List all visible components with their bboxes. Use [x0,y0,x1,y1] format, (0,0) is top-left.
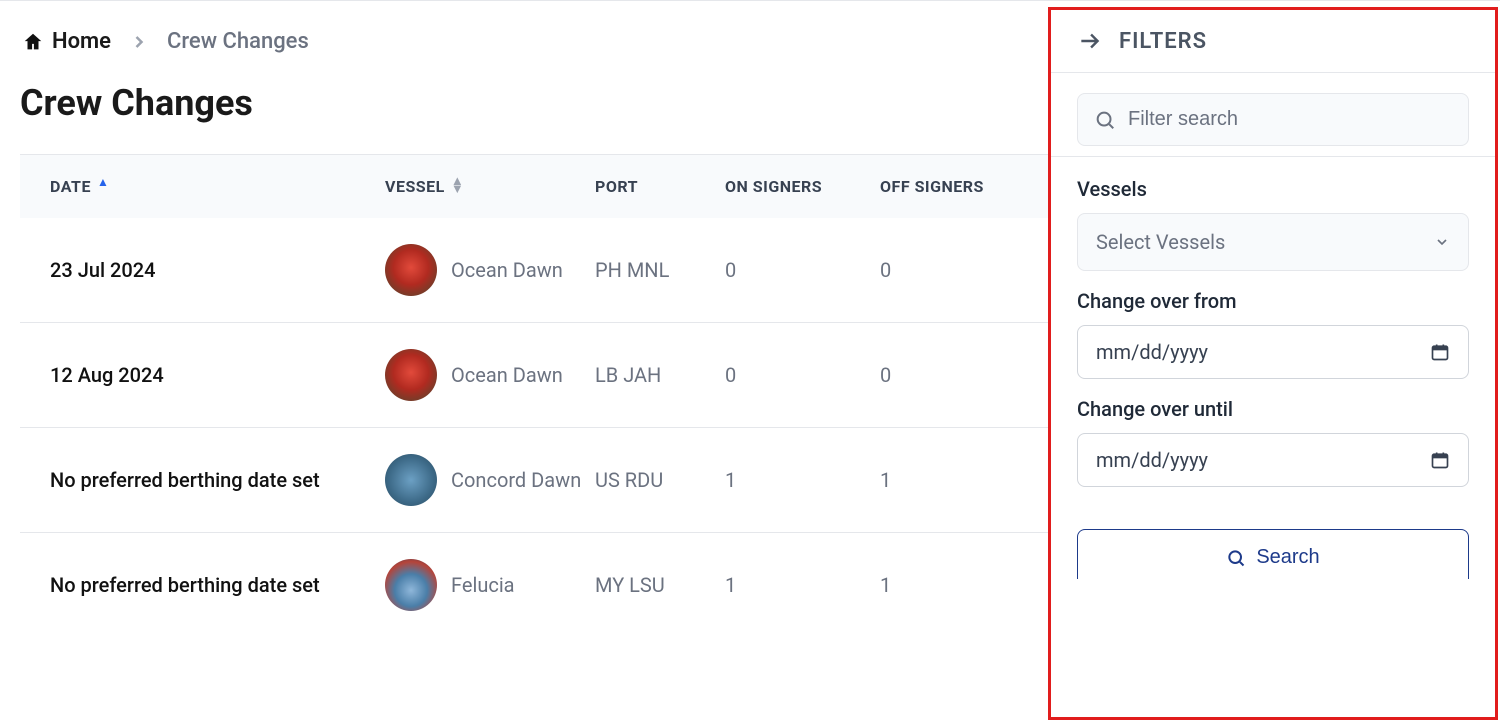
cell-off-signers: 0 [880,258,1048,282]
cell-on-signers: 0 [725,258,880,282]
search-icon [1094,109,1116,131]
cell-off-signers: 1 [880,573,1048,597]
breadcrumb: Home Crew Changes [20,29,1048,54]
search-button-label: Search [1256,546,1319,569]
table-row[interactable]: 12 Aug 2024 Ocean Dawn LB JAH 0 0 [20,323,1048,428]
vessels-label: Vessels [1077,177,1469,201]
breadcrumb-home[interactable]: Home [22,29,111,54]
vessel-name: Ocean Dawn [451,362,563,388]
filters-search-section [1051,73,1495,157]
col-header-off-label: OFF SIGNERS [880,177,984,196]
cell-on-signers: 0 [725,363,880,387]
filters-panel: FILTERS Vessels Select Vessels Change ov… [1048,7,1498,720]
date-placeholder: mm/dd/yyyy [1096,448,1208,472]
filters-form: Vessels Select Vessels Change over from … [1051,157,1495,505]
change-until-label: Change over until [1077,397,1469,421]
filters-title: FILTERS [1119,29,1207,54]
chevron-down-icon [1434,234,1450,250]
cell-date: No preferred berthing date set [20,468,385,492]
vessel-avatar [385,349,437,401]
col-header-on-signers[interactable]: ON SIGNERS [725,177,880,196]
date-placeholder: mm/dd/yyyy [1096,340,1208,364]
cell-on-signers: 1 [725,468,880,492]
cell-port: US RDU [595,467,725,494]
vessel-name: Concord Dawn [451,467,581,493]
vessel-name: Felucia [451,572,515,598]
vessels-select[interactable]: Select Vessels [1077,213,1469,271]
table-row[interactable]: No preferred berthing date set Felucia M… [20,533,1048,637]
filter-search-input[interactable] [1128,108,1452,131]
sort-icon: ▲▼ [451,178,464,194]
sort-asc-icon: ▲ [97,175,109,189]
cell-vessel: Concord Dawn [385,454,595,506]
col-header-vessel-label: VESSEL [385,177,445,196]
table-row[interactable]: No preferred berthing date set Concord D… [20,428,1048,533]
home-icon [22,31,44,53]
col-header-on-label: ON SIGNERS [725,177,822,196]
filters-header: FILTERS [1051,10,1495,73]
cell-on-signers: 1 [725,573,880,597]
crew-changes-table: DATE ▲ VESSEL ▲▼ PORT ON SIGNERS OFF SIG… [20,154,1048,637]
col-header-date-label: DATE [50,177,91,196]
vessel-name: Ocean Dawn [451,257,563,283]
cell-off-signers: 1 [880,468,1048,492]
change-until-input[interactable]: mm/dd/yyyy [1077,433,1469,487]
arrow-right-icon[interactable] [1077,28,1103,54]
col-header-vessel[interactable]: VESSEL ▲▼ [385,177,595,196]
cell-port: PH MNL [595,257,725,284]
vessels-select-placeholder: Select Vessels [1096,230,1225,254]
cell-vessel: Ocean Dawn [385,349,595,401]
search-button[interactable]: Search [1077,529,1469,579]
col-header-port-label: PORT [595,177,638,196]
col-header-port[interactable]: PORT [595,177,725,196]
cell-date: 23 Jul 2024 [20,258,385,282]
breadcrumb-home-label: Home [52,29,111,54]
vessel-avatar [385,244,437,296]
table-row[interactable]: 23 Jul 2024 Ocean Dawn PH MNL 0 0 [20,218,1048,323]
change-from-label: Change over from [1077,289,1469,313]
cell-vessel: Felucia [385,559,595,611]
cell-vessel: Ocean Dawn [385,244,595,296]
col-header-date[interactable]: DATE ▲ [20,177,385,196]
vessel-avatar [385,454,437,506]
table-header-row: DATE ▲ VESSEL ▲▼ PORT ON SIGNERS OFF SIG… [20,154,1048,218]
page-title: Crew Changes [20,82,1048,124]
change-from-input[interactable]: mm/dd/yyyy [1077,325,1469,379]
search-icon [1226,548,1246,568]
breadcrumb-current: Crew Changes [167,29,309,54]
calendar-icon [1430,450,1450,470]
page-root: Home Crew Changes Crew Changes DATE ▲ VE… [0,0,1500,726]
cell-port: MY LSU [595,572,725,599]
main-content: Home Crew Changes Crew Changes DATE ▲ VE… [0,1,1048,726]
vessel-avatar [385,559,437,611]
cell-off-signers: 0 [880,363,1048,387]
filter-search-field[interactable] [1077,93,1469,146]
cell-date: No preferred berthing date set [20,573,385,597]
chevron-right-icon [129,32,149,52]
cell-port: LB JAH [595,362,725,389]
cell-date: 12 Aug 2024 [20,363,385,387]
search-button-wrap: Search [1051,505,1495,579]
col-header-off-signers[interactable]: OFF SIGNERS [880,177,1048,196]
table-body: 23 Jul 2024 Ocean Dawn PH MNL 0 0 12 Aug… [20,218,1048,637]
calendar-icon [1430,342,1450,362]
